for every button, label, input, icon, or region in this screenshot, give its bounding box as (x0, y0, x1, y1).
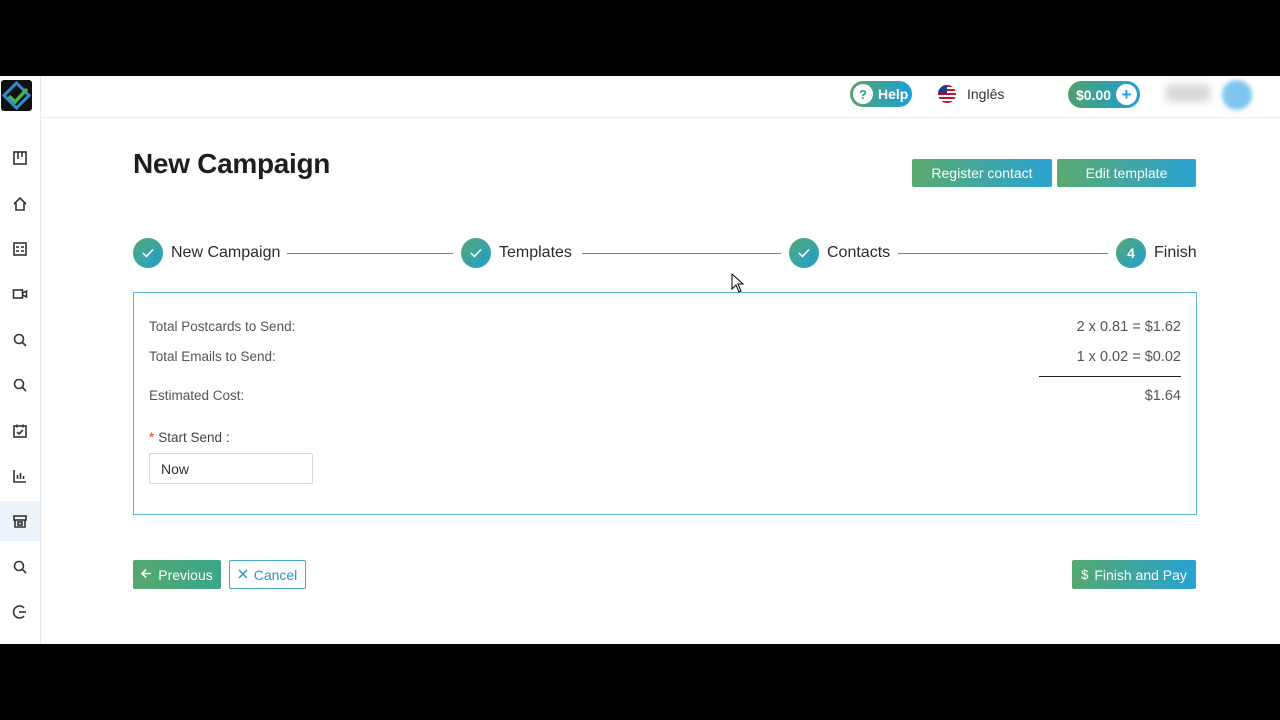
user-name[interactable] (1166, 84, 1210, 102)
store-icon[interactable] (0, 501, 40, 541)
calculator-icon[interactable] (0, 229, 40, 269)
step-connector (898, 253, 1108, 254)
step-label: Finish (1154, 244, 1197, 261)
cancel-button[interactable]: Cancel (229, 560, 306, 589)
step-label: Contacts (827, 244, 891, 261)
previous-label: Previous (158, 566, 213, 583)
step-templates[interactable]: Templates (461, 237, 572, 269)
mouse-cursor-icon (731, 273, 745, 293)
logout-icon[interactable] (0, 592, 40, 632)
video-icon[interactable] (0, 274, 40, 314)
balance-label: $0.00 (1076, 86, 1112, 103)
cancel-label: Cancel (253, 566, 298, 583)
check-icon (789, 238, 819, 268)
required-marker: * (149, 430, 155, 445)
language-selector[interactable]: Inglês (938, 84, 1004, 104)
sidebar (0, 76, 41, 644)
total-divider (1039, 376, 1181, 377)
dollar-icon: $ (1081, 567, 1089, 582)
search-icon[interactable] (0, 365, 40, 405)
start-send-select[interactable]: Now (149, 453, 313, 484)
home-icon[interactable] (0, 184, 40, 224)
add-funds-icon[interactable]: + (1116, 84, 1137, 105)
language-label: Inglês (967, 86, 1005, 102)
cost-summary-panel: Total Postcards to Send: 2 x 0.81 = $1.6… (133, 292, 1197, 515)
help-label: Help (878, 86, 909, 102)
check-icon (133, 238, 163, 268)
search-icon[interactable] (0, 547, 40, 587)
step-label: New Campaign (171, 244, 281, 261)
edit-template-button[interactable]: Edit template (1057, 159, 1196, 187)
arrow-left-icon (141, 567, 152, 582)
avatar[interactable] (1222, 80, 1252, 110)
postcards-value: 2 x 0.81 = $1.62 (1076, 319, 1181, 335)
previous-button[interactable]: Previous (133, 560, 221, 589)
app-window: ? Help Inglês $0.00 + New Campaign Regis… (0, 76, 1280, 644)
step-finish[interactable]: 4 Finish (1116, 237, 1197, 269)
estimated-cost-value: $1.64 (1144, 388, 1181, 404)
search-icon[interactable] (0, 320, 40, 360)
emails-value: 1 x 0.02 = $0.02 (1076, 349, 1181, 365)
step-new-campaign[interactable]: New Campaign (133, 237, 280, 269)
register-contact-button[interactable]: Register contact (912, 159, 1052, 187)
step-connector (582, 253, 781, 254)
calendar-check-icon[interactable] (0, 411, 40, 451)
estimated-cost-label: Estimated Cost: (149, 388, 245, 403)
start-send-text: Start Send (158, 430, 223, 445)
help-button[interactable]: ? Help (850, 81, 912, 107)
top-header: ? Help Inglês $0.00 + (41, 76, 1280, 118)
finish-label: Finish and Pay (1094, 566, 1187, 583)
postcards-label: Total Postcards to Send: (149, 319, 296, 334)
finish-and-pay-button[interactable]: $ Finish and Pay (1072, 560, 1196, 589)
emails-label: Total Emails to Send: (149, 349, 276, 364)
step-label: Templates (499, 244, 572, 261)
check-icon (461, 238, 491, 268)
step-connector (287, 253, 453, 254)
step-number: 4 (1116, 238, 1146, 268)
start-send-label: * Start Send : (149, 430, 230, 445)
close-icon (238, 567, 248, 582)
step-contacts[interactable]: Contacts (789, 237, 890, 269)
us-flag-icon (938, 85, 956, 103)
bar-chart-icon[interactable] (0, 456, 40, 496)
balance-button[interactable]: $0.00 + (1068, 81, 1140, 108)
app-logo[interactable] (1, 80, 32, 111)
page-title: New Campaign (133, 148, 331, 179)
board-icon[interactable] (0, 138, 40, 178)
help-icon: ? (853, 84, 873, 104)
